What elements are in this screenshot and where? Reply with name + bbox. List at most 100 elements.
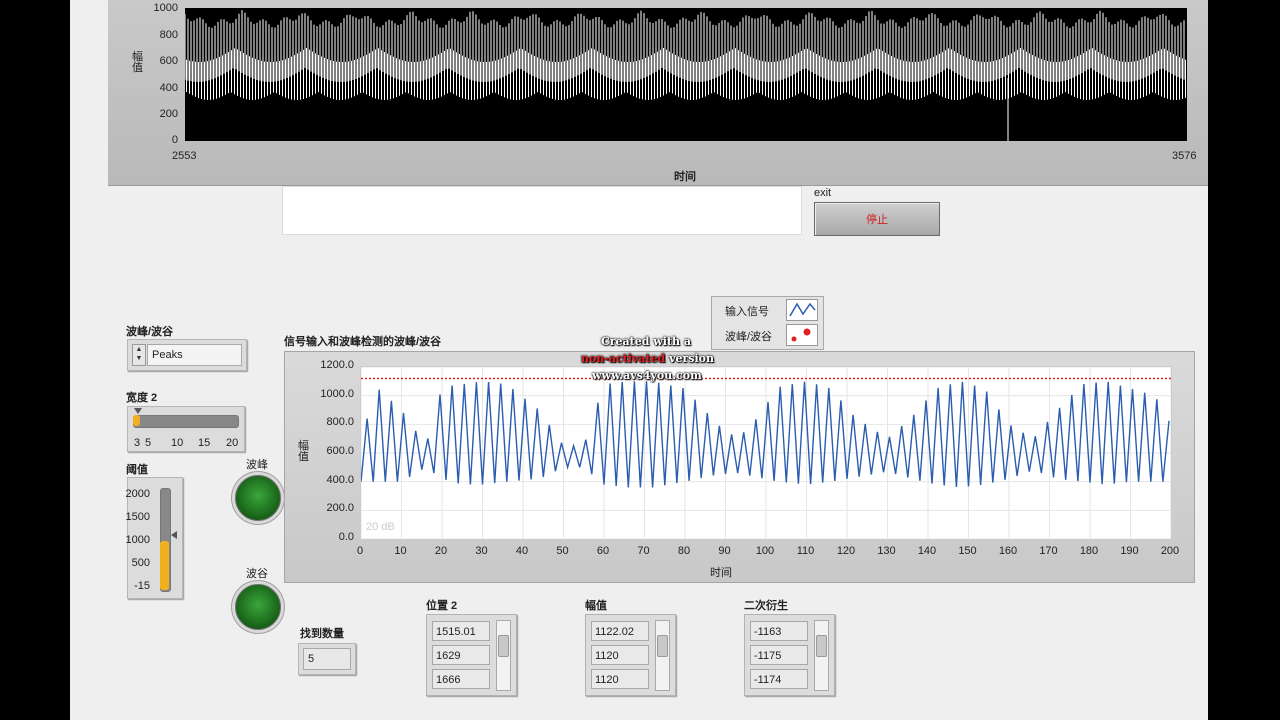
threshold-tick: 2000 [125, 488, 150, 500]
screen-border [1208, 0, 1280, 720]
scroll-thumb[interactable] [498, 635, 509, 657]
width-slider-thumb[interactable] [134, 408, 142, 414]
chart-x-tick: 150 [958, 545, 977, 557]
chart-x-tick: 200 [1160, 545, 1180, 557]
chart-x-tick: 20 [434, 545, 448, 557]
array-cell[interactable]: 1666 [432, 669, 490, 689]
chart-x-tick: 0 [356, 545, 364, 557]
scroll-thumb[interactable] [657, 635, 668, 657]
status-text-display [282, 186, 802, 235]
watermark-line: non-activated version [581, 352, 714, 365]
array-scrollbar[interactable] [814, 620, 829, 691]
chart-y-axis-label: 幅值 [298, 440, 309, 463]
threshold-slider-fill [160, 541, 169, 590]
chart-x-tick: 40 [515, 545, 529, 557]
peak-led-label: 波峰 [246, 459, 268, 471]
point-swatch [791, 328, 811, 342]
chart-y-tick: 1200.0 [320, 359, 354, 371]
width-tick: 3 [134, 437, 141, 449]
chart-x-tick: 90 [718, 545, 731, 557]
chart-x-tick: 100 [755, 545, 775, 557]
legend-item-label: 波峰/波谷 [725, 331, 773, 343]
array-scrollbar[interactable] [655, 620, 670, 691]
peak-indicator-led [235, 475, 281, 521]
scroll-thumb[interactable] [816, 635, 827, 657]
chart-x-tick: 60 [596, 545, 610, 557]
width-label: 宽度 2 [126, 392, 158, 404]
width-slider-track[interactable] [133, 415, 239, 428]
exit-label: exit [814, 187, 832, 199]
array-cell[interactable]: 1515.01 [432, 621, 490, 641]
top-y-axis-label: 幅值 [132, 51, 143, 74]
chart-x-tick: 130 [877, 545, 896, 557]
threshold-tick: 1500 [125, 511, 150, 523]
chart-x-tick: 160 [998, 545, 1018, 557]
chart-x-tick: 170 [1039, 545, 1058, 557]
array-cell[interactable]: -1175 [750, 645, 808, 665]
array-scrollbar[interactable] [496, 620, 511, 691]
amplitude-array: 1122.02 1120 1120 [585, 614, 676, 696]
chart-x-axis-label: 时间 [710, 567, 732, 579]
top-graph-plot-area[interactable] [185, 8, 1187, 141]
second-derivative-array: -1163 -1175 -1174 [744, 614, 835, 696]
chart-x-tick: 140 [917, 545, 937, 557]
chart-title: 信号输入和波峰检测的波峰/波谷 [284, 336, 442, 348]
top-y-tick: 800 [159, 29, 178, 41]
ring-increment-decrement[interactable]: ▲ ▼ [132, 344, 146, 366]
threshold-slider-thumb[interactable] [171, 531, 177, 539]
chart-y-tick: 1000.0 [320, 387, 354, 400]
peak-valley-selector[interactable]: Peaks [147, 344, 242, 366]
valley-led-label: 波谷 [246, 568, 268, 580]
watermark-line: www.avs4you.com [592, 369, 702, 382]
chart-x-tick: 110 [796, 545, 815, 557]
array-cell[interactable]: 1629 [432, 645, 490, 665]
top-y-tick: 200 [159, 108, 178, 120]
array-label: 幅值 [585, 600, 607, 612]
threshold-label: 阈值 [126, 464, 148, 476]
watermark-line: Created with a [601, 335, 691, 348]
chart-y-tick: 600.0 [326, 445, 354, 457]
top-x-min: 2553 [172, 150, 197, 162]
plot-overlay-text: 20 dB [366, 521, 395, 533]
chart-x-tick: 10 [394, 545, 407, 557]
top-x-max: 3576 [1172, 150, 1197, 162]
array-cell[interactable]: 1120 [591, 669, 649, 689]
top-y-tick: 1000 [153, 2, 178, 14]
chart-x-tick: 70 [637, 545, 650, 557]
top-x-axis-label: 时间 [674, 171, 696, 183]
valley-indicator-led [235, 584, 281, 630]
chart-x-tick: 190 [1120, 545, 1139, 557]
top-graph-svg [185, 10, 1186, 141]
legend-point-icon[interactable] [786, 324, 818, 346]
width-slider-fill [133, 415, 140, 426]
position-array: 1515.01 1629 1666 [426, 614, 517, 696]
chart-y-tick: 400.0 [326, 473, 354, 486]
top-y-tick: 0 [171, 134, 178, 146]
chart-svg [360, 366, 1172, 540]
chart-y-tick: 0.0 [338, 531, 354, 543]
legend-item-label: 输入信号 [725, 306, 769, 318]
width-tick: 5 [145, 437, 152, 449]
chart-y-tick: 800.0 [326, 416, 354, 429]
chart-x-tick: 50 [556, 545, 569, 557]
legend-line-icon[interactable] [786, 299, 818, 321]
threshold-tick: 1000 [125, 534, 150, 546]
chevron-down-icon: ▼ [135, 355, 143, 362]
array-cell[interactable]: -1163 [750, 621, 808, 641]
array-cell[interactable]: 1122.02 [591, 621, 649, 641]
chart-y-tick: 200.0 [326, 502, 354, 515]
peak-valley-label: 波峰/波谷 [126, 326, 174, 338]
chart-x-tick: 30 [475, 545, 488, 557]
watermark-highlight: non-activated [581, 352, 666, 365]
chart-plot-area[interactable] [360, 366, 1172, 540]
top-waveform-series [185, 10, 1186, 100]
chevron-up-icon: ▲ [135, 346, 143, 353]
watermark-word: version [669, 352, 715, 365]
chart-x-tick: 80 [677, 545, 691, 557]
line-swatch [789, 302, 816, 317]
array-cell[interactable]: -1174 [750, 669, 808, 689]
found-count-value: 5 [303, 648, 351, 670]
top-y-tick: 600 [159, 55, 178, 67]
array-cell[interactable]: 1120 [591, 645, 649, 665]
stop-button[interactable]: 停止 [814, 202, 940, 236]
